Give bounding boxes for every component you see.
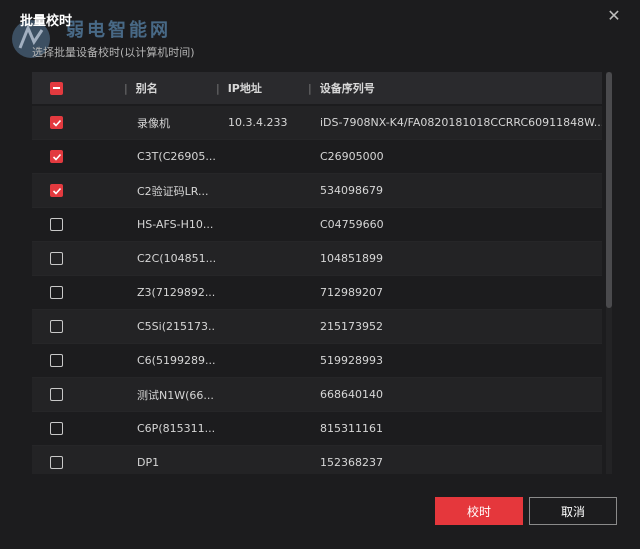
row-checkbox-cell bbox=[32, 184, 124, 197]
row-checkbox-cell bbox=[32, 116, 124, 129]
row-checkbox-cell bbox=[32, 354, 124, 367]
device-serial: 215173952 bbox=[320, 320, 383, 333]
device-serial: 519928993 bbox=[320, 354, 383, 367]
column-separator: | bbox=[308, 82, 312, 95]
close-icon[interactable]: ✕ bbox=[604, 6, 624, 26]
device-serial: 668640140 bbox=[320, 388, 383, 401]
device-name: HS-AFS-H10... bbox=[137, 218, 214, 231]
row-checkbox[interactable] bbox=[50, 150, 63, 163]
device-table: | 别名 | IP地址 | 设备序列号 录像机 10.3.4.233 iDS-7908NX… bbox=[32, 72, 612, 474]
table-body: 录像机 10.3.4.233 iDS-7908NX-K4/FA0820181018C… bbox=[32, 106, 602, 474]
device-serial: 712989207 bbox=[320, 286, 383, 299]
cancel-button[interactable]: 取消 bbox=[529, 497, 617, 525]
row-checkbox-cell bbox=[32, 388, 124, 401]
select-all-cell bbox=[32, 81, 124, 95]
header-name[interactable]: | 别名 bbox=[124, 80, 216, 96]
device-serial: iDS-7908NX-K4/FA0820181018CCRRC60911848W… bbox=[320, 116, 602, 129]
table-row[interactable]: C6(5199289... 519928993 bbox=[32, 344, 602, 378]
device-serial: 815311161 bbox=[320, 422, 383, 435]
row-checkbox-cell bbox=[32, 252, 124, 265]
header-ip[interactable]: | IP地址 bbox=[216, 80, 308, 96]
column-separator: | bbox=[124, 82, 128, 95]
device-serial: 104851899 bbox=[320, 252, 383, 265]
table-row[interactable]: 录像机 10.3.4.233 iDS-7908NX-K4/FA0820181018C… bbox=[32, 106, 602, 140]
table-row[interactable]: 测试N1W(66... 668640140 bbox=[32, 378, 602, 412]
device-name: 测试N1W(66... bbox=[137, 388, 214, 402]
table-row[interactable]: C5Si(215173... 215173952 bbox=[32, 310, 602, 344]
table-row[interactable]: Z3(7129892... 712989207 bbox=[32, 276, 602, 310]
row-checkbox[interactable] bbox=[50, 286, 63, 299]
row-checkbox-cell bbox=[32, 422, 124, 435]
checkmark-icon bbox=[52, 119, 61, 127]
header-ip-label: IP地址 bbox=[227, 82, 262, 95]
device-name: C3T(C26905... bbox=[137, 150, 216, 163]
sync-time-button[interactable]: 校时 bbox=[435, 497, 523, 525]
row-checkbox[interactable] bbox=[50, 252, 63, 265]
select-all-checkbox[interactable] bbox=[50, 81, 63, 95]
checkmark-icon bbox=[52, 187, 61, 195]
column-separator: | bbox=[216, 82, 220, 95]
row-checkbox[interactable] bbox=[50, 456, 63, 469]
row-checkbox[interactable] bbox=[50, 354, 63, 367]
device-serial: C26905000 bbox=[320, 150, 384, 163]
header-serial[interactable]: | 设备序列号 bbox=[308, 80, 602, 96]
table-row[interactable]: C2C(104851... 104851899 bbox=[32, 242, 602, 276]
watermark-text: 弱电智能网 bbox=[66, 20, 171, 41]
device-serial: 152368237 bbox=[320, 456, 383, 469]
dialog-title: 批量校时 bbox=[20, 14, 73, 29]
row-checkbox[interactable] bbox=[50, 184, 63, 197]
row-checkbox-cell bbox=[32, 320, 124, 333]
batch-time-sync-dialog: 弱电智能网 批量校时 选择批量设备校时(以计算机时间) ✕ | 别名 | IP地址 … bbox=[0, 0, 640, 549]
dialog-subtitle: 选择批量设备校时(以计算机时间) bbox=[32, 46, 195, 59]
scrollbar-thumb[interactable] bbox=[606, 72, 612, 308]
device-serial: 534098679 bbox=[320, 184, 383, 197]
row-checkbox[interactable] bbox=[50, 388, 63, 401]
checkmark-icon bbox=[52, 153, 61, 161]
device-name: C6(5199289... bbox=[137, 354, 216, 367]
device-name: C5Si(215173... bbox=[137, 320, 216, 333]
device-name: DP1 bbox=[137, 456, 160, 469]
device-name: Z3(7129892... bbox=[137, 286, 216, 299]
device-serial: C04759660 bbox=[320, 218, 384, 231]
table-row[interactable]: C2验证码LR... 534098679 bbox=[32, 174, 602, 208]
row-checkbox-cell bbox=[32, 456, 124, 469]
table-row[interactable]: HS-AFS-H10... C04759660 bbox=[32, 208, 602, 242]
row-checkbox[interactable] bbox=[50, 116, 63, 129]
table-row[interactable]: C6P(815311... 815311161 bbox=[32, 412, 602, 446]
row-checkbox-cell bbox=[32, 218, 124, 231]
table-row[interactable]: C3T(C26905... C26905000 bbox=[32, 140, 602, 174]
device-name: C2C(104851... bbox=[137, 252, 216, 265]
device-name: 录像机 bbox=[137, 116, 170, 130]
header-serial-label: 设备序列号 bbox=[319, 82, 375, 95]
row-checkbox-cell bbox=[32, 286, 124, 299]
header-name-label: 别名 bbox=[135, 82, 158, 95]
table-row[interactable]: DP1 152368237 bbox=[32, 446, 602, 474]
device-ip: 10.3.4.233 bbox=[228, 116, 288, 129]
device-name: C2验证码LR... bbox=[137, 184, 209, 198]
row-checkbox[interactable] bbox=[50, 422, 63, 435]
device-name: C6P(815311... bbox=[137, 422, 216, 435]
row-checkbox-cell bbox=[32, 150, 124, 163]
row-checkbox[interactable] bbox=[50, 320, 63, 333]
table-header: | 别名 | IP地址 | 设备序列号 bbox=[32, 72, 602, 104]
row-checkbox[interactable] bbox=[50, 218, 63, 231]
